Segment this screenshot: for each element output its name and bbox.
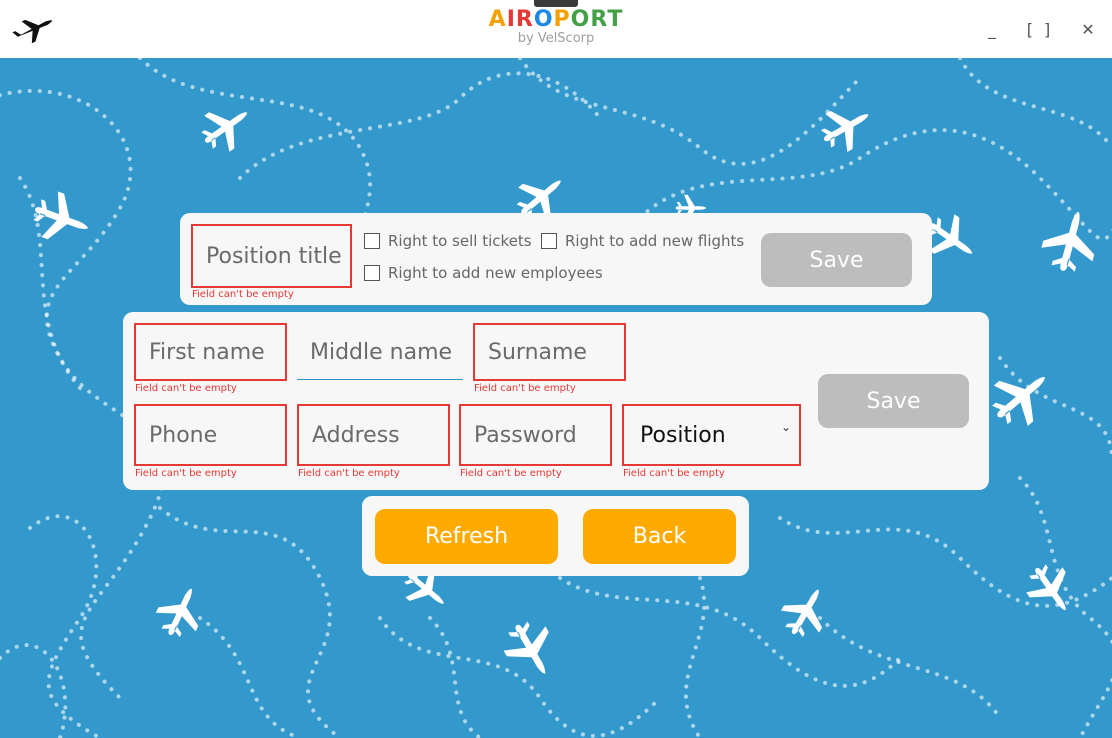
position-select[interactable]: Position ⌄ [622,404,801,466]
phone-placeholder: Phone [149,422,218,448]
title-bar: AIROPORT by VelScorp _ [ ] ✕ [0,0,1112,58]
checkbox-sell-tickets-label: Right to sell tickets [388,232,532,250]
save-employee-button[interactable]: Save [818,374,969,428]
surname-input[interactable]: Surname [473,323,626,381]
first-name-placeholder: First name [149,339,265,365]
airplane-decoration-icon [503,621,549,674]
surname-placeholder: Surname [488,339,587,365]
position-error: Field can't be empty [623,468,725,479]
airplane-decoration-icon [201,112,248,152]
password-placeholder: Password [474,422,577,448]
surname-error: Field can't be empty [474,383,576,394]
brand-letter: T [607,7,624,32]
close-button[interactable]: ✕ [1074,16,1102,44]
position-title-placeholder: Position title [206,243,342,269]
save-position-button[interactable]: Save [761,233,912,287]
middle-name-placeholder: Middle name [310,339,453,365]
address-error: Field can't be empty [298,468,400,479]
brand-letter: I [506,7,516,32]
first-name-input[interactable]: First name [134,323,287,381]
position-select-value: Position [640,422,726,448]
password-error: Field can't be empty [460,468,562,479]
airplane-decoration-icon [992,377,1045,426]
brand-letter: R [590,7,608,32]
brand-letter: O [533,7,554,32]
password-input[interactable]: Password [459,404,612,466]
refresh-button[interactable]: Refresh [375,509,558,564]
checkbox-add-flights-box[interactable] [541,233,557,249]
maximize-button[interactable]: [ ] [1026,16,1054,44]
airplane-decoration-icon [33,191,88,240]
phone-error: Field can't be empty [135,468,237,479]
brand-letter: O [570,7,591,32]
brand-letter: A [488,7,507,32]
brand-letter: R [515,7,534,32]
checkbox-add-flights-label: Right to add new flights [565,232,745,250]
checkbox-add-employees-box[interactable] [364,265,380,281]
airplane-decoration-icon [780,589,823,638]
first-name-error: Field can't be empty [135,383,237,394]
brand-letter: P [553,7,571,32]
airplane-decoration-icon [1041,211,1095,272]
checkbox-sell-tickets-box[interactable] [364,233,380,249]
phone-input[interactable]: Phone [134,404,287,466]
position-title-input[interactable]: Position title [191,224,352,288]
back-button[interactable]: Back [583,509,736,564]
brand-title: AIROPORT [0,6,1112,34]
checkbox-sell-tickets[interactable]: Right to sell tickets [364,232,532,250]
airplane-decoration-icon [155,588,199,638]
checkbox-add-flights[interactable]: Right to add new flights [541,232,744,250]
address-input[interactable]: Address [297,404,450,466]
position-title-error: Field can't be empty [192,289,294,300]
address-placeholder: Address [312,422,400,448]
chevron-down-icon: ⌄ [780,420,791,434]
airplane-decoration-icon [820,110,869,153]
airplane-decoration-icon [1026,564,1066,611]
checkbox-add-employees[interactable]: Right to add new employees [364,264,603,282]
middle-name-input[interactable]: Middle name [297,325,463,380]
minimize-button[interactable]: _ [978,16,1006,44]
brand: AIROPORT by VelScorp [0,6,1112,46]
brand-subtitle: by VelScorp [517,31,595,46]
checkbox-add-employees-label: Right to add new employees [388,264,603,282]
